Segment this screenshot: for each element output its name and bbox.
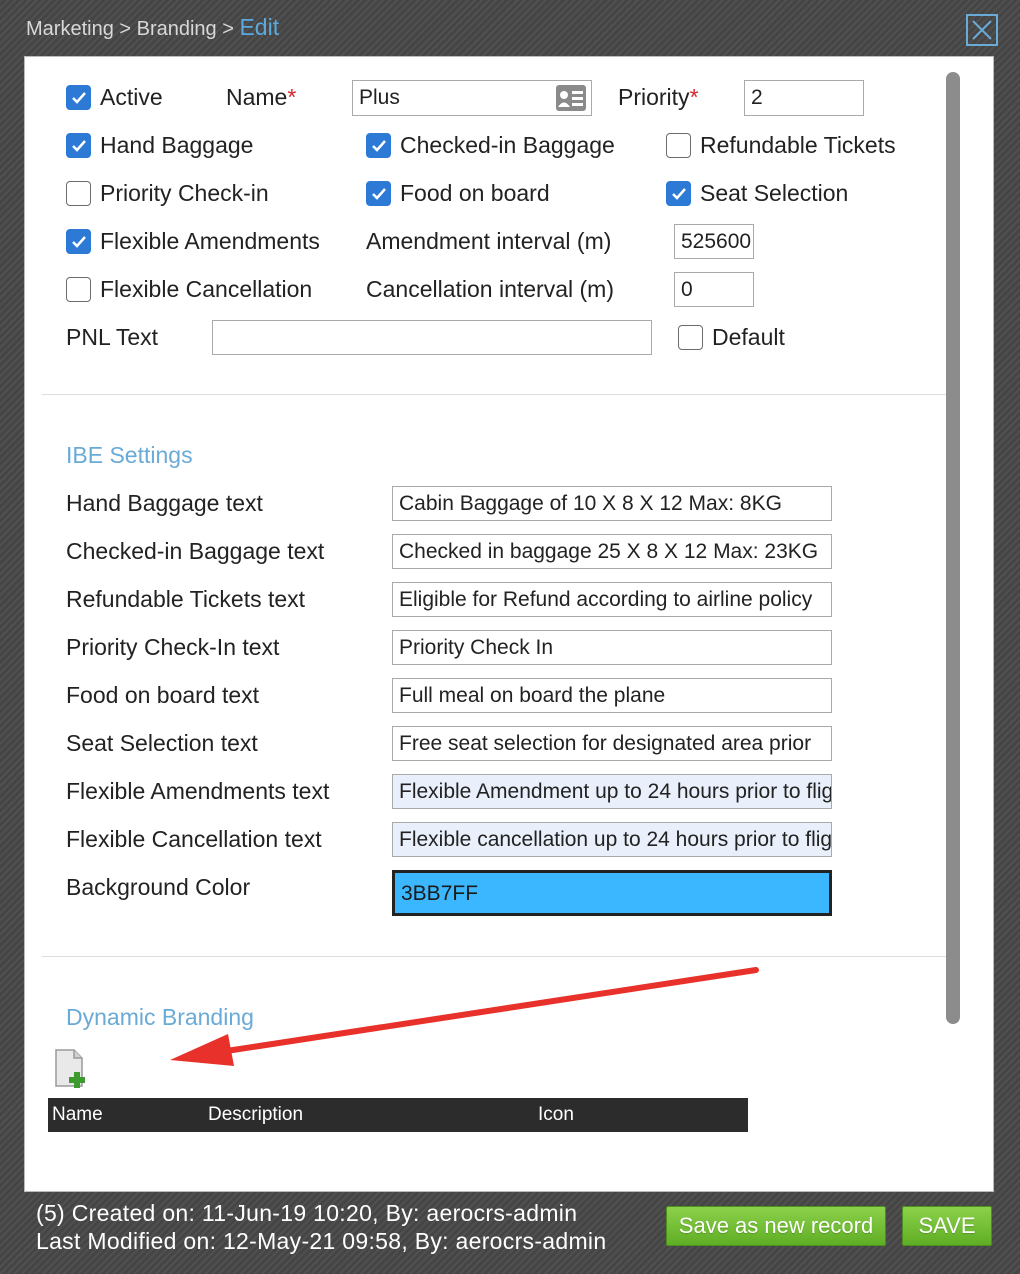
dynamic-branding-table-header: Name Description Icon bbox=[48, 1098, 748, 1132]
column-name[interactable]: Name bbox=[52, 1104, 103, 1126]
column-icon[interactable]: Icon bbox=[538, 1104, 574, 1126]
created-info: (5) Created on: 11-Jun-19 10:20, By: aer… bbox=[36, 1200, 578, 1226]
save-as-new-button[interactable]: Save as new record bbox=[666, 1206, 886, 1246]
annotation-arrow bbox=[170, 967, 759, 1066]
modified-info: Last Modified on: 12-May-21 09:58, By: a… bbox=[36, 1228, 607, 1254]
save-button[interactable]: SAVE bbox=[902, 1206, 992, 1246]
column-description[interactable]: Description bbox=[208, 1104, 303, 1126]
